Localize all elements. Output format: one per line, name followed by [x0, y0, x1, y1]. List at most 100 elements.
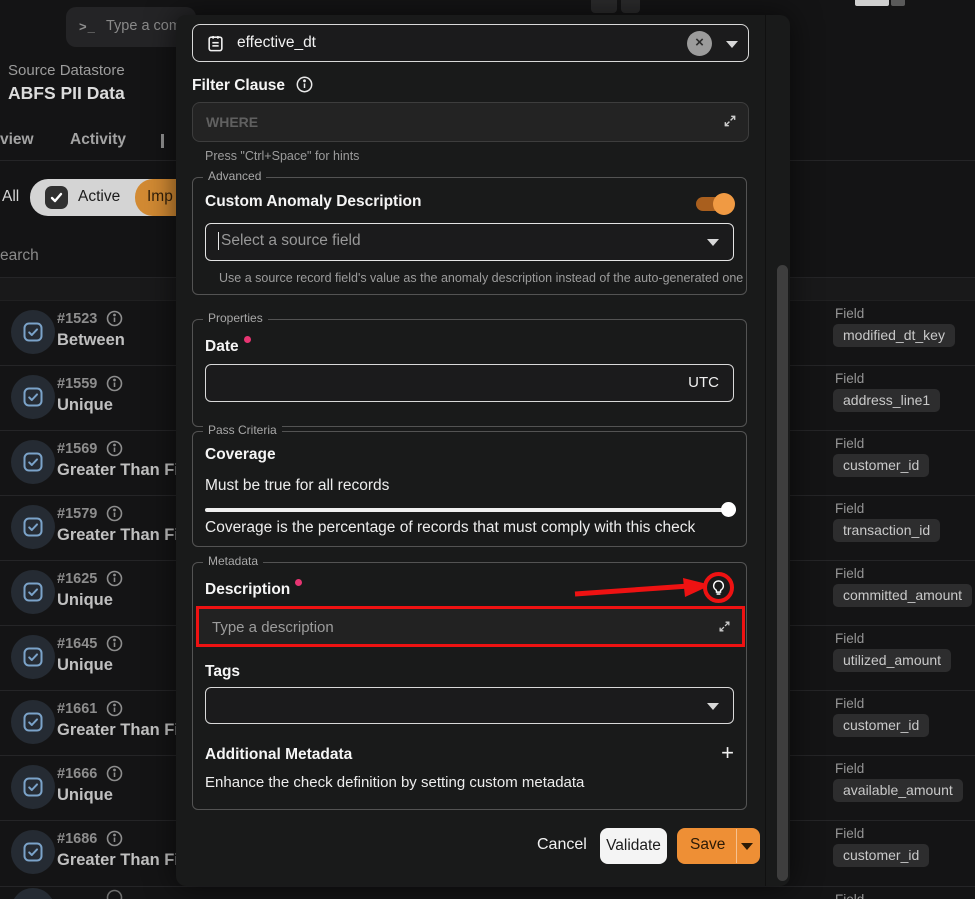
filter-important[interactable]: Imp [135, 179, 176, 216]
check-id: #1559 [57, 376, 97, 392]
expand-icon[interactable] [723, 114, 737, 133]
field-label: Field [835, 826, 864, 841]
check-row[interactable]: #1523 Between [0, 300, 176, 365]
description-input[interactable] [199, 609, 742, 644]
info-icon[interactable] [106, 765, 123, 787]
field-selector-value: effective_dt [237, 34, 316, 52]
custom-anomaly-label: Custom Anomaly Description [205, 193, 421, 211]
pass-criteria-section: Pass Criteria Coverage Must be true for … [192, 431, 747, 547]
check-id: #1625 [57, 571, 97, 587]
check-badge-icon [11, 700, 55, 744]
field-cell: Field committed_amount [790, 560, 975, 625]
chevron-down-icon[interactable] [726, 41, 738, 48]
custom-anomaly-toggle[interactable] [696, 197, 732, 211]
check-row[interactable]: #1661 Greater Than Fie [0, 690, 176, 755]
filter-pill[interactable]: Active Imp [30, 179, 176, 216]
field-chip: customer_id [833, 844, 929, 867]
background-toolbar-fragment [891, 0, 905, 6]
check-name: Unique [57, 591, 113, 610]
properties-legend: Properties [203, 311, 268, 325]
search-input[interactable]: earch [0, 247, 39, 265]
info-icon[interactable] [106, 310, 123, 332]
field-cell: Field transaction_id [790, 495, 975, 560]
field-cell-partial: Field [790, 886, 975, 899]
additional-metadata-helper: Enhance the check definition by setting … [205, 774, 584, 791]
field-label: Field [835, 566, 864, 581]
check-row-partial[interactable] [0, 886, 176, 899]
field-cell: Field customer_id [790, 820, 975, 885]
toggle-knob [713, 193, 735, 215]
filter-all[interactable]: All [2, 188, 19, 206]
checkbox-checked-icon [45, 186, 68, 209]
info-icon[interactable] [296, 76, 313, 93]
tab-clipped [161, 134, 164, 148]
field-chip: transaction_id [833, 519, 940, 542]
info-icon[interactable] [106, 505, 123, 527]
field-label: Field [835, 306, 864, 321]
add-metadata-button[interactable]: + [721, 743, 734, 763]
required-dot [295, 579, 302, 586]
check-row[interactable]: #1666 Unique [0, 755, 176, 820]
check-row[interactable]: #1625 Unique [0, 560, 176, 625]
info-icon[interactable] [106, 440, 123, 462]
date-label: Date [205, 336, 251, 356]
save-button[interactable]: Save [677, 828, 760, 864]
check-name: Unique [57, 396, 113, 415]
check-row[interactable]: #1579 Greater Than Fie [0, 495, 176, 560]
coverage-slider[interactable] [205, 502, 736, 518]
info-icon[interactable] [106, 700, 123, 722]
source-field-select[interactable]: Select a source field [205, 223, 734, 261]
filter-active-label[interactable]: Active [78, 188, 120, 206]
datastore-name: ABFS PII Data [8, 83, 125, 104]
field-chip: committed_amount [833, 584, 972, 607]
check-editor-dialog: effective_dt × Filter Clause Press "Ctrl… [176, 15, 790, 886]
field-cell: Field available_amount [790, 755, 975, 820]
tab-overview[interactable]: view [0, 131, 34, 149]
lightbulb-icon[interactable] [710, 579, 727, 596]
chevron-down-icon [707, 239, 719, 246]
info-icon[interactable] [106, 570, 123, 592]
clear-icon[interactable]: × [687, 31, 712, 56]
filter-clause-editor[interactable] [192, 102, 749, 142]
info-icon[interactable] [106, 830, 123, 852]
expand-icon[interactable] [718, 620, 731, 638]
slider-knob[interactable] [721, 502, 736, 517]
timezone-suffix: UTC [688, 374, 719, 391]
cancel-button[interactable]: Cancel [537, 836, 587, 854]
metadata-legend: Metadata [203, 554, 263, 568]
info-icon[interactable] [106, 889, 123, 899]
tab-activity[interactable]: Activity [70, 131, 126, 149]
pass-criteria-legend: Pass Criteria [203, 423, 282, 437]
chevron-down-icon[interactable] [741, 843, 753, 850]
source-field-placeholder: Select a source field [218, 232, 361, 250]
check-name: Greater Than Fie [57, 721, 188, 740]
properties-section: Properties Date UTC [192, 319, 747, 427]
scrollbar-thumb[interactable] [777, 265, 788, 881]
check-row[interactable]: #1569 Greater Than Fie [0, 430, 176, 495]
date-input[interactable]: UTC [205, 364, 734, 402]
check-row[interactable]: #1559 Unique [0, 365, 176, 430]
field-selector[interactable]: effective_dt × [192, 24, 749, 62]
check-id: #1645 [57, 636, 97, 652]
description-editor[interactable] [196, 606, 745, 647]
required-dot [244, 336, 251, 343]
check-row[interactable]: #1686 Greater Than Fie [0, 820, 176, 885]
save-split-divider [736, 829, 737, 863]
field-cell: Field customer_id [790, 430, 975, 495]
field-chip: utilized_amount [833, 649, 951, 672]
background-toolbar-fragment [621, 0, 640, 13]
check-name: Greater Than Fie [57, 461, 188, 480]
chevron-down-icon [707, 703, 719, 710]
check-badge-icon [11, 888, 55, 899]
info-icon[interactable] [106, 375, 123, 397]
check-row[interactable]: #1645 Unique [0, 625, 176, 690]
terminal-prompt-icon: >_ [79, 19, 96, 34]
tags-select[interactable] [205, 687, 734, 724]
info-icon[interactable] [106, 635, 123, 657]
filter-clause-input[interactable] [193, 103, 748, 141]
validate-button[interactable]: Validate [600, 828, 667, 864]
field-chip: customer_id [833, 714, 929, 737]
check-badge-icon [11, 570, 55, 614]
field-chip: available_amount [833, 779, 963, 802]
field-cell: Field address_line1 [790, 365, 975, 430]
